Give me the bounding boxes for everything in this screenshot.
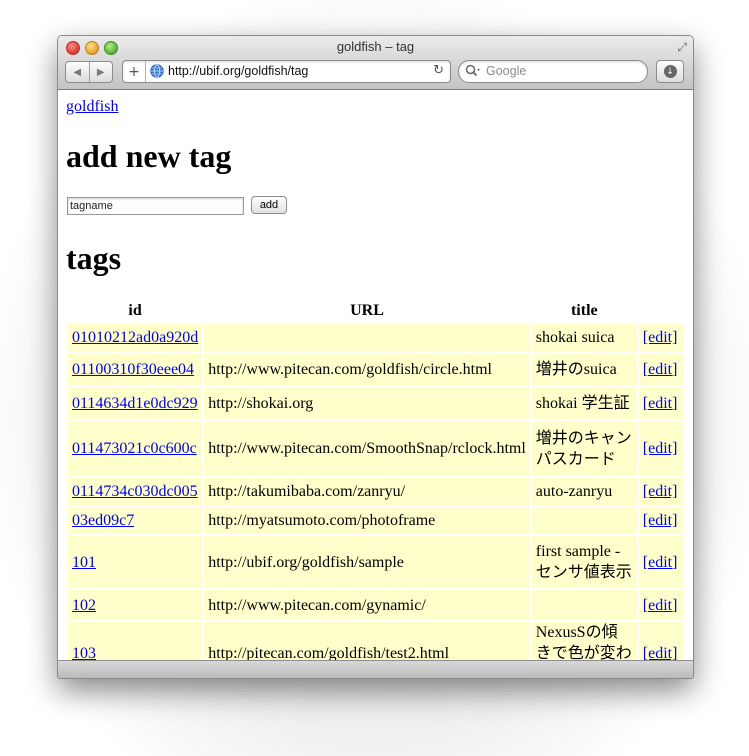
title-cell: auto-zanryu [531, 478, 637, 505]
table-header-row: id URL title [68, 300, 683, 322]
forward-button[interactable]: ▶ [88, 62, 113, 82]
title-cell: NexusSの傾きで色が変わる [531, 622, 637, 660]
browser-window: goldfish – tag ⤢ ◀ ▶ + http://ubif.org/g… [57, 35, 694, 679]
column-header-url: URL [350, 302, 384, 319]
title-cell: first sample - センサ値表示 [531, 536, 637, 588]
table-row: 101 http://ubif.org/goldfish/sample firs… [68, 536, 683, 588]
add-button[interactable]: add [251, 196, 287, 214]
column-header-edit [639, 300, 683, 322]
tag-id-link[interactable]: 0114634d1e0dc929 [72, 395, 198, 412]
id-cell: 103 [68, 622, 203, 660]
url-cell: http://shokai.org [204, 387, 530, 419]
url-cell [204, 324, 530, 351]
edit-link[interactable]: [edit] [643, 512, 678, 529]
page-content: goldfish add new tag add tags id URL tit… [58, 90, 693, 660]
edit-link[interactable]: [edit] [643, 361, 678, 378]
edit-cell: [edit] [638, 478, 683, 505]
edit-cell: [edit] [638, 590, 683, 620]
column-header-title: title [570, 302, 598, 319]
url-text[interactable]: http://ubif.org/goldfish/tag [168, 64, 308, 78]
navigation-buttons: ◀ ▶ [65, 61, 113, 83]
id-cell: 03ed09c7 [68, 507, 203, 534]
fullscreen-icon[interactable]: ⤢ [677, 40, 687, 55]
edit-link[interactable]: [edit] [643, 483, 678, 500]
url-cell: http://myatsumoto.com/photoframe [204, 507, 530, 534]
tags-heading: tags [66, 240, 122, 276]
tag-id-link[interactable]: 0114734c030dc005 [72, 483, 198, 500]
edit-link[interactable]: [edit] [643, 645, 678, 660]
edit-cell: [edit] [638, 421, 683, 476]
status-bar [58, 660, 693, 678]
reload-icon[interactable]: ↻ [433, 63, 444, 78]
tags-table: id URL title 01010212ad0a920d shokai sui… [66, 298, 685, 660]
tag-id-link[interactable]: 03ed09c7 [72, 512, 134, 529]
url-cell: http://takumibaba.com/zanryu/ [204, 478, 530, 505]
tagname-input[interactable] [67, 197, 244, 215]
id-cell: 0114734c030dc005 [68, 478, 203, 505]
search-icon [465, 64, 480, 77]
table-row: 102 http://www.pitecan.com/gynamic/ [edi… [68, 590, 683, 620]
title-cell: shokai suica [531, 324, 637, 351]
forward-arrow-icon: ▶ [96, 66, 105, 78]
downloads-button[interactable]: ↓ [656, 60, 684, 83]
search-field[interactable]: Google [458, 60, 648, 83]
id-cell: 01010212ad0a920d [68, 324, 203, 351]
tag-id-link[interactable]: 01010212ad0a920d [72, 329, 198, 346]
title-cell: 増井のsuica [531, 353, 637, 385]
address-bar[interactable]: + http://ubif.org/goldfish/tag ↻ [122, 60, 451, 83]
title-cell: 増井のキャンパスカード [531, 421, 637, 476]
edit-cell: [edit] [638, 507, 683, 534]
edit-link[interactable]: [edit] [643, 597, 678, 614]
add-tag-heading: add new tag [66, 138, 232, 174]
edit-cell: [edit] [638, 324, 683, 351]
table-row: 0114634d1e0dc929 http://shokai.org shoka… [68, 387, 683, 419]
tag-id-link[interactable]: 01100310f30eee04 [72, 361, 194, 378]
add-tag-form: add [67, 196, 287, 215]
edit-cell: [edit] [638, 387, 683, 419]
window-title: goldfish – tag [336, 39, 415, 54]
table-row: 01010212ad0a920d shokai suica [edit] [68, 324, 683, 351]
id-cell: 102 [68, 590, 203, 620]
url-cell: http://www.pitecan.com/gynamic/ [204, 590, 530, 620]
url-cell: http://www.pitecan.com/goldfish/circle.h… [204, 353, 530, 385]
id-cell: 0114634d1e0dc929 [68, 387, 203, 419]
edit-link[interactable]: [edit] [643, 440, 678, 457]
id-cell: 011473021c0c600c [68, 421, 203, 476]
edit-cell: [edit] [638, 622, 683, 660]
edit-link[interactable]: [edit] [643, 554, 678, 571]
back-button[interactable]: ◀ [66, 62, 89, 82]
back-arrow-icon: ◀ [73, 66, 82, 78]
title-bar: goldfish – tag ⤢ ◀ ▶ + http://ubif.org/g… [58, 36, 693, 90]
table-row: 0114734c030dc005 http://takumibaba.com/z… [68, 478, 683, 505]
id-cell: 101 [68, 536, 203, 588]
tag-id-link[interactable]: 103 [72, 645, 96, 660]
edit-cell: [edit] [638, 536, 683, 588]
title-cell [531, 507, 637, 534]
title-cell: shokai 学生証 [531, 387, 637, 419]
edit-link[interactable]: [edit] [643, 395, 678, 412]
search-placeholder: Google [486, 64, 527, 78]
table-row: 03ed09c7 http://myatsumoto.com/photofram… [68, 507, 683, 534]
url-cell: http://www.pitecan.com/SmoothSnap/rclock… [204, 421, 530, 476]
title-cell [531, 590, 637, 620]
home-link[interactable]: goldfish [66, 98, 118, 116]
table-row: 103 http://pitecan.com/goldfish/test2.ht… [68, 622, 683, 660]
url-cell: http://pitecan.com/goldfish/test2.html [204, 622, 530, 660]
tag-id-link[interactable]: 102 [72, 597, 96, 614]
column-header-id: id [128, 302, 142, 319]
id-cell: 01100310f30eee04 [68, 353, 203, 385]
download-arrow-icon: ↓ [663, 65, 677, 78]
globe-icon [150, 64, 164, 78]
tag-id-link[interactable]: 011473021c0c600c [72, 440, 197, 457]
add-bookmark-button[interactable]: + [123, 61, 146, 82]
edit-link[interactable]: [edit] [643, 329, 678, 346]
url-cell: http://ubif.org/goldfish/sample [204, 536, 530, 588]
tag-id-link[interactable]: 101 [72, 554, 96, 571]
table-row: 01100310f30eee04 http://www.pitecan.com/… [68, 353, 683, 385]
edit-cell: [edit] [638, 353, 683, 385]
table-row: 011473021c0c600c http://www.pitecan.com/… [68, 421, 683, 476]
